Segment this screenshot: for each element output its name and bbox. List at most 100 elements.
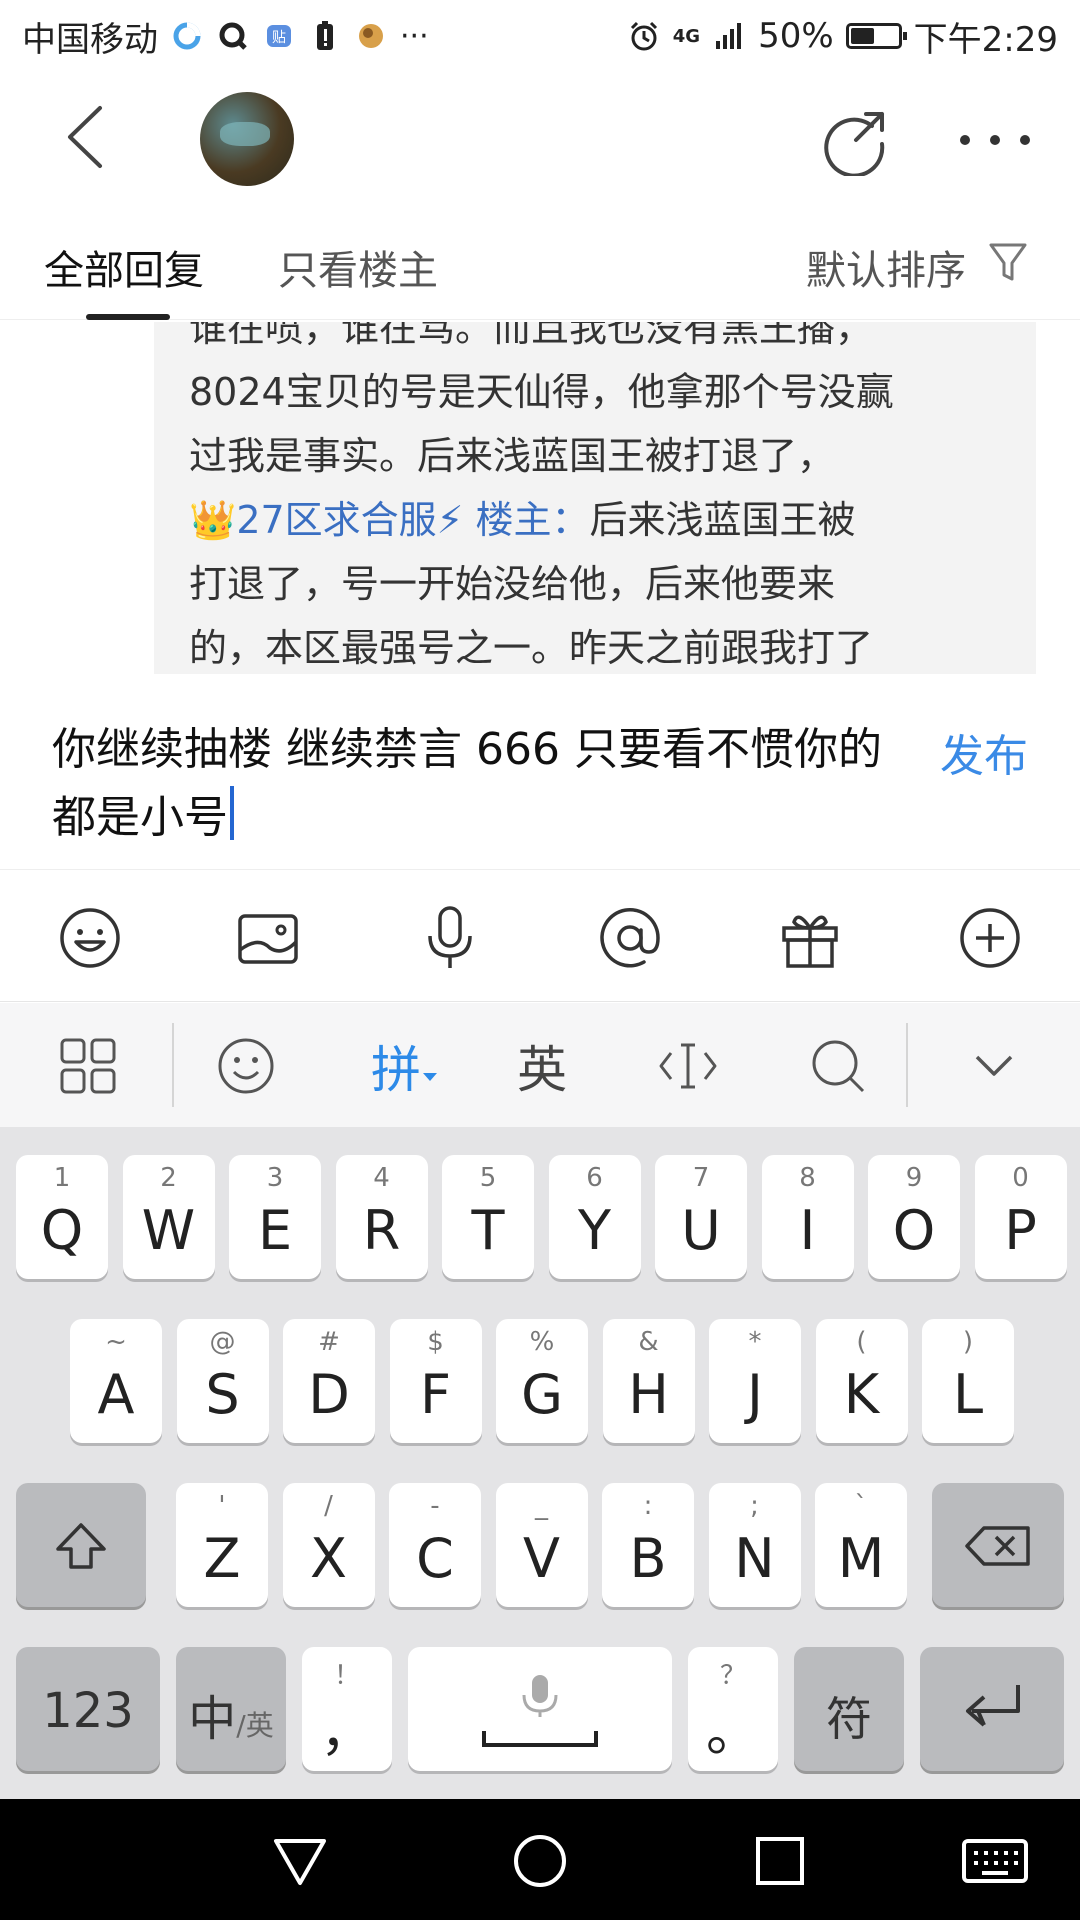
- key-q[interactable]: 1Q: [16, 1155, 108, 1279]
- language-switch-key[interactable]: 中/英: [176, 1647, 286, 1771]
- chinese-label: 中: [188, 1691, 237, 1747]
- reply-input[interactable]: 你继续抽楼 继续禁言 666 只要看不惯你的都是小号: [52, 716, 892, 852]
- ime-menu-grid-icon[interactable]: [56, 1031, 120, 1101]
- key-sub-label: 4: [373, 1163, 390, 1193]
- more-notifications-icon: ···: [400, 18, 429, 54]
- enter-key[interactable]: [920, 1647, 1064, 1771]
- post-line: 谁在喷，谁在骂。而且我也没有黑王播，: [189, 322, 874, 350]
- ime-separator: [906, 1023, 908, 1107]
- navigation-bar: [0, 1799, 1080, 1920]
- emoji-icon[interactable]: [58, 906, 122, 970]
- period-key[interactable]: ？ 。: [688, 1647, 778, 1771]
- add-icon[interactable]: [958, 906, 1022, 970]
- gift-icon[interactable]: [778, 906, 842, 970]
- key-m[interactable]: ` M: [815, 1483, 907, 1607]
- ime-search-icon[interactable]: [806, 1031, 870, 1101]
- key-j[interactable]: * J: [709, 1319, 801, 1443]
- key-sub-label: (: [856, 1327, 867, 1357]
- english-sub-label: /英: [236, 1709, 274, 1742]
- key-p[interactable]: 0P: [974, 1155, 1067, 1279]
- backspace-key[interactable]: [932, 1483, 1064, 1607]
- ime-cursor-icon[interactable]: [656, 1031, 720, 1101]
- key-k[interactable]: (K: [815, 1319, 908, 1443]
- ime-separator: [172, 1023, 174, 1107]
- home-circle-icon[interactable]: [510, 1831, 570, 1891]
- signal-icon: [712, 19, 746, 53]
- recents-square-icon[interactable]: [750, 1831, 810, 1891]
- key-l[interactable]: ) L: [922, 1319, 1014, 1443]
- at-mention-icon[interactable]: [598, 906, 662, 970]
- key-sub-label: *: [748, 1327, 762, 1357]
- text-caret: [230, 786, 234, 840]
- back-icon[interactable]: [58, 102, 118, 172]
- key-label: D: [308, 1363, 350, 1426]
- battery-level-fill: [850, 28, 874, 44]
- comma-key[interactable]: ！ ，: [302, 1647, 392, 1771]
- user-link[interactable]: 👑27区求合服⚡: [189, 498, 463, 542]
- key-h[interactable]: & H: [602, 1319, 695, 1443]
- key-x[interactable]: / X: [282, 1483, 375, 1607]
- shift-key[interactable]: [16, 1483, 146, 1607]
- battery-percent: 50%: [758, 16, 834, 56]
- key-i[interactable]: 8I: [761, 1155, 854, 1279]
- ime-emoji-icon[interactable]: [214, 1031, 278, 1101]
- back-triangle-icon[interactable]: [270, 1831, 330, 1891]
- battery-icon: [845, 23, 907, 49]
- key-label: Z: [203, 1527, 241, 1590]
- publish-button[interactable]: 发布: [940, 720, 1028, 784]
- post-line: 8024宝贝的号是天仙得，他拿那个号没赢: [189, 370, 894, 414]
- avatar[interactable]: [200, 92, 294, 186]
- key-f[interactable]: $ F: [389, 1319, 482, 1443]
- key-label: F: [419, 1363, 452, 1426]
- keyboard: 1Q2W3E4R5T6Y7U8I9O0P ~ A @ S # D $ F% G & H * J(K) L …: [0, 1127, 1080, 1799]
- key-c[interactable]: -C: [389, 1483, 481, 1607]
- more-dot: [990, 135, 1000, 145]
- numbers-key[interactable]: 123: [16, 1647, 160, 1771]
- svg-text:贴: 贴: [272, 30, 286, 46]
- filter-icon: [988, 241, 1028, 293]
- ime-english-mode[interactable]: 英: [510, 1031, 574, 1101]
- symbols-key[interactable]: 符: [794, 1647, 904, 1771]
- key-t[interactable]: 5T: [442, 1155, 534, 1279]
- tab-all-replies[interactable]: 全部回复: [44, 238, 204, 296]
- sync-icon: [170, 19, 204, 53]
- key-sub-label: ;: [750, 1491, 759, 1521]
- key-d[interactable]: # D: [283, 1319, 375, 1443]
- key-o[interactable]: 9O: [868, 1155, 960, 1279]
- key-label: G: [521, 1363, 563, 1426]
- key-label: K: [843, 1363, 880, 1426]
- key-sub-label: 1: [53, 1163, 71, 1193]
- key-r[interactable]: 4R: [335, 1155, 428, 1279]
- share-icon[interactable]: [820, 106, 890, 178]
- key-u[interactable]: 7U: [655, 1155, 747, 1279]
- post-line: 打退了，号一开始没给他，后来他要来: [189, 562, 836, 606]
- numbers-key-label: 123: [42, 1683, 134, 1739]
- ime-collapse-icon[interactable]: [962, 1031, 1026, 1101]
- key-s[interactable]: @ S: [176, 1319, 269, 1443]
- key-e[interactable]: 3E: [229, 1155, 321, 1279]
- key-v[interactable]: _ V: [495, 1483, 588, 1607]
- key-g[interactable]: % G: [496, 1319, 588, 1443]
- network-type: 4G: [672, 25, 701, 47]
- key-label: O: [892, 1199, 936, 1262]
- pinyin-label: 拼: [371, 1041, 421, 1099]
- key-label: ，: [320, 1700, 374, 1763]
- keyboard-toggle-icon[interactable]: [960, 1831, 1030, 1891]
- carrier-label: 中国移动: [22, 19, 158, 60]
- microphone-icon[interactable]: [418, 906, 482, 970]
- key-label: T: [471, 1199, 505, 1262]
- ime-pinyin-mode[interactable]: 拼: [360, 1031, 450, 1101]
- image-icon[interactable]: [236, 906, 300, 970]
- battery-alert-icon: [308, 19, 342, 53]
- key-b[interactable]: :B: [602, 1483, 694, 1607]
- key-n[interactable]: ; N: [708, 1483, 801, 1607]
- tab-only-op[interactable]: 只看楼主: [278, 238, 438, 296]
- key-z[interactable]: ' Z: [176, 1483, 268, 1607]
- key-a[interactable]: ~ A: [70, 1319, 162, 1443]
- key-w[interactable]: 2W: [122, 1155, 215, 1279]
- space-key[interactable]: [408, 1647, 672, 1771]
- sort-dropdown[interactable]: 默认排序: [806, 238, 1028, 296]
- more-icon[interactable]: [960, 120, 1030, 160]
- key-y[interactable]: 6Y: [548, 1155, 641, 1279]
- game-app-icon: [354, 19, 388, 53]
